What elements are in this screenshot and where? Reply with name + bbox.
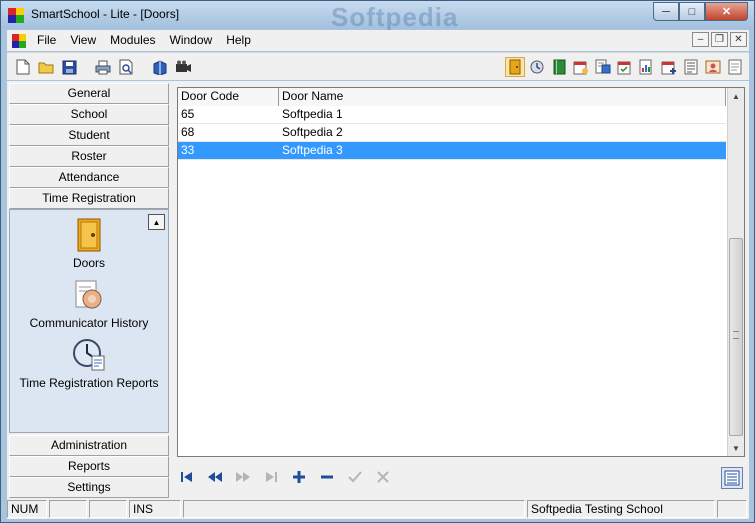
toolbar [7,52,749,80]
last-record-icon[interactable] [263,469,279,485]
scrollbar-thumb[interactable] [729,238,743,436]
doors-document: General School Student Roster Attendance… [7,81,749,499]
table-row-selected[interactable]: 33 Softpedia 3 [178,142,726,160]
status-num: NUM [7,500,47,518]
time-registration-reports-tile[interactable]: Time Registration Reports [10,338,168,390]
communicator-history-tile[interactable]: Communicator History [10,278,168,330]
communicator-history-label: Communicator History [29,316,149,330]
doors-grid[interactable]: Door Code Door Name 65 Softpedia 1 68 So… [177,87,745,457]
grid-vertical-scrollbar[interactable]: ▲ ▼ [727,88,744,456]
prior-page-icon[interactable] [207,469,223,485]
door-code-cell[interactable]: 65 [178,106,279,124]
print-icon[interactable] [93,57,113,77]
menu-window[interactable]: Window [163,30,220,51]
module-navigation: General School Student Roster Attendance… [9,83,169,498]
title-bar[interactable]: SmartSchool - Lite - [Doors] Softpedia ─… [1,1,754,32]
book-green-icon[interactable] [549,57,569,77]
time-report-icon [72,338,106,372]
door-name-cell[interactable]: Softpedia 2 [279,124,726,142]
status-bar: NUM INS Softpedia Testing School [7,499,749,519]
table-row[interactable]: 65 Softpedia 1 [178,106,726,124]
report-icon[interactable] [593,57,613,77]
cancel-record-icon[interactable] [375,469,391,485]
watermark-text: Softpedia [331,2,459,32]
new-file-icon[interactable] [13,57,33,77]
nav-general-button[interactable]: General [9,83,169,104]
camera-icon[interactable] [173,57,193,77]
mdi-close-button[interactable]: ✕ [730,32,747,47]
nav-administration-button[interactable]: Administration [9,435,169,456]
grid-view-toggle-icon[interactable] [721,467,743,489]
insert-record-icon[interactable] [291,469,307,485]
mdi-child-icon[interactable] [12,33,30,48]
status-panel-2 [89,500,127,518]
calendar-icon[interactable] [571,57,591,77]
menu-view[interactable]: View [63,30,103,51]
doors-tile[interactable]: Doors [10,218,168,270]
app-window: SmartSchool - Lite - [Doors] Softpedia ─… [0,0,755,523]
report-chart-icon[interactable] [637,57,657,77]
mdi-restore-button[interactable]: ❐ [711,32,728,47]
book-icon[interactable] [150,57,170,77]
nav-reports-button[interactable]: Reports [9,456,169,477]
open-folder-icon[interactable] [36,57,56,77]
door-code-cell[interactable]: 68 [178,124,279,142]
calendar-check-icon[interactable] [615,57,635,77]
calendar-add-icon[interactable] [659,57,679,77]
communicator-history-icon [72,278,106,312]
status-message [183,500,525,518]
nav-attendance-button[interactable]: Attendance [9,167,169,188]
menu-modules[interactable]: Modules [103,30,162,51]
status-panel-end [717,500,747,518]
next-page-icon[interactable] [235,469,251,485]
maximize-button[interactable]: □ [679,2,705,21]
column-header-door-name[interactable]: Door Name [279,88,726,106]
menu-file[interactable]: File [30,30,63,51]
print-preview-icon[interactable] [116,57,136,77]
time-registration-reports-label: Time Registration Reports [19,376,159,390]
app-logo-icon [8,8,24,23]
door-icon[interactable] [505,57,525,77]
nav-roster-button[interactable]: Roster [9,146,169,167]
doors-tile-label: Doors [72,256,105,270]
delete-record-icon[interactable] [319,469,335,485]
door-name-cell[interactable]: Softpedia 1 [279,106,726,124]
grid-header: Door Code Door Name [178,88,726,106]
report-list-icon[interactable] [681,57,701,77]
door-name-cell[interactable]: Softpedia 3 [279,142,726,160]
status-ins: INS [129,500,181,518]
save-icon[interactable] [59,57,79,77]
mdi-minimize-button[interactable]: – [692,32,709,47]
door-icon [72,218,106,252]
first-record-icon[interactable] [179,469,195,485]
communicator-icon[interactable] [527,57,547,77]
record-navigator [179,469,391,485]
nav-settings-button[interactable]: Settings [9,477,169,498]
status-panel-1 [49,500,87,518]
time-registration-panel: ▲ Doors Communicator History Time Regist… [9,209,169,433]
minimize-button[interactable]: ─ [653,2,679,21]
column-header-door-code[interactable]: Door Code [178,88,279,106]
menu-help[interactable]: Help [219,30,258,51]
post-record-icon[interactable] [347,469,363,485]
scroll-down-arrow-icon[interactable]: ▼ [728,440,744,456]
menu-bar: File View Modules Window Help – ❐ ✕ [7,30,749,51]
close-button[interactable]: ✕ [705,2,748,21]
scroll-up-arrow-icon[interactable]: ▲ [728,88,744,104]
nav-school-button[interactable]: School [9,104,169,125]
nav-time-registration-button[interactable]: Time Registration [9,188,169,209]
notepad-icon[interactable] [725,57,745,77]
status-school-name: Softpedia Testing School [527,500,715,518]
table-row[interactable]: 68 Softpedia 2 [178,124,726,142]
nav-student-button[interactable]: Student [9,125,169,146]
window-title: SmartSchool - Lite - [Doors] [31,7,180,21]
id-card-icon[interactable] [703,57,723,77]
door-code-cell[interactable]: 33 [178,142,279,160]
